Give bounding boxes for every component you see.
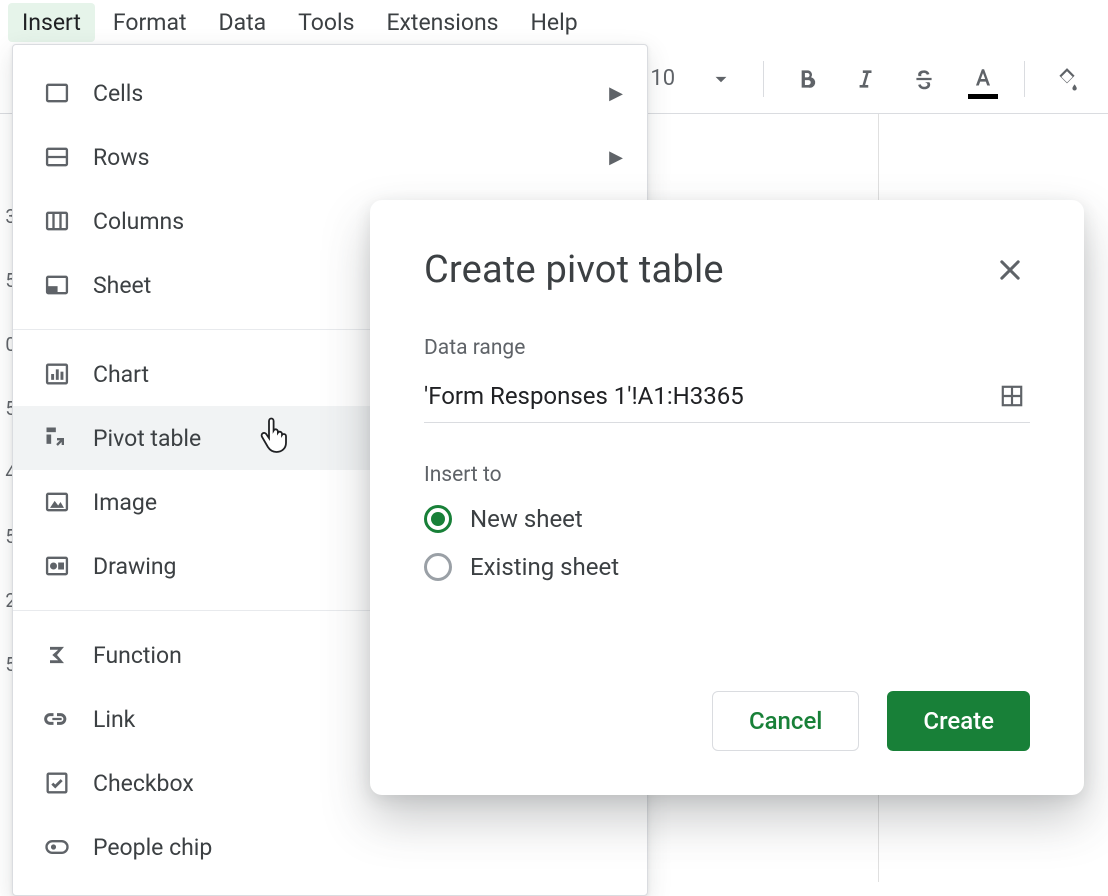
chevron-right-icon: ▶ [609,83,623,104]
insert-rows[interactable]: Rows ▶ [13,125,647,189]
toolbar-divider [763,61,764,97]
fill-color-button[interactable] [1049,61,1084,97]
insert-to-label: Insert to [424,463,1030,487]
data-range-label: Data range [424,336,1030,360]
radio-new-sheet[interactable]: New sheet [424,505,1030,533]
columns-icon [37,201,77,241]
radio-label: Existing sheet [470,553,619,581]
image-icon [37,482,77,522]
insert-people-chip[interactable]: People chip [13,815,647,879]
strikethrough-button[interactable] [906,61,941,97]
checkbox-icon [37,763,77,803]
chart-icon [37,354,77,394]
menuitem-label: People chip [93,834,623,861]
radio-indicator-icon [424,553,452,581]
menuitem-label: Cells [93,80,609,107]
link-icon [37,699,77,739]
menubar: Insert Format Data Tools Extensions Help [0,0,1108,44]
menu-format[interactable]: Format [99,3,201,42]
chevron-right-icon: ▶ [609,147,623,168]
menu-tools[interactable]: Tools [284,3,368,42]
radio-indicator-icon [424,505,452,533]
font-size-value[interactable]: 10 [650,66,675,91]
dialog-title: Create pivot table [424,248,724,292]
rows-icon [37,137,77,177]
menu-insert[interactable]: Insert [8,3,95,42]
select-data-range-button[interactable] [994,378,1030,414]
sheet-icon [37,265,77,305]
text-color-button[interactable] [965,61,1000,97]
drawing-icon [37,546,77,586]
create-button[interactable]: Create [887,691,1030,751]
data-range-input[interactable] [424,378,978,414]
font-size-dropdown-icon[interactable] [703,61,739,97]
menu-extensions[interactable]: Extensions [372,3,512,42]
menu-help[interactable]: Help [517,3,592,42]
menu-data[interactable]: Data [205,3,281,42]
pivot-table-icon [37,418,77,458]
grid-icon [999,383,1025,409]
insert-cells[interactable]: Cells ▶ [13,61,647,125]
cancel-button[interactable]: Cancel [712,691,859,751]
radio-existing-sheet[interactable]: Existing sheet [424,553,1030,581]
close-icon [996,256,1024,284]
radio-label: New sheet [470,505,583,533]
cells-icon [37,73,77,113]
create-pivot-table-dialog: Create pivot table Data range Insert to … [370,200,1084,795]
people-chip-icon [37,827,77,867]
close-button[interactable] [990,250,1030,290]
bold-button[interactable] [788,61,823,97]
italic-button[interactable] [847,61,882,97]
function-icon [37,635,77,675]
toolbar-divider [1024,61,1025,97]
menuitem-label: Rows [93,144,609,171]
